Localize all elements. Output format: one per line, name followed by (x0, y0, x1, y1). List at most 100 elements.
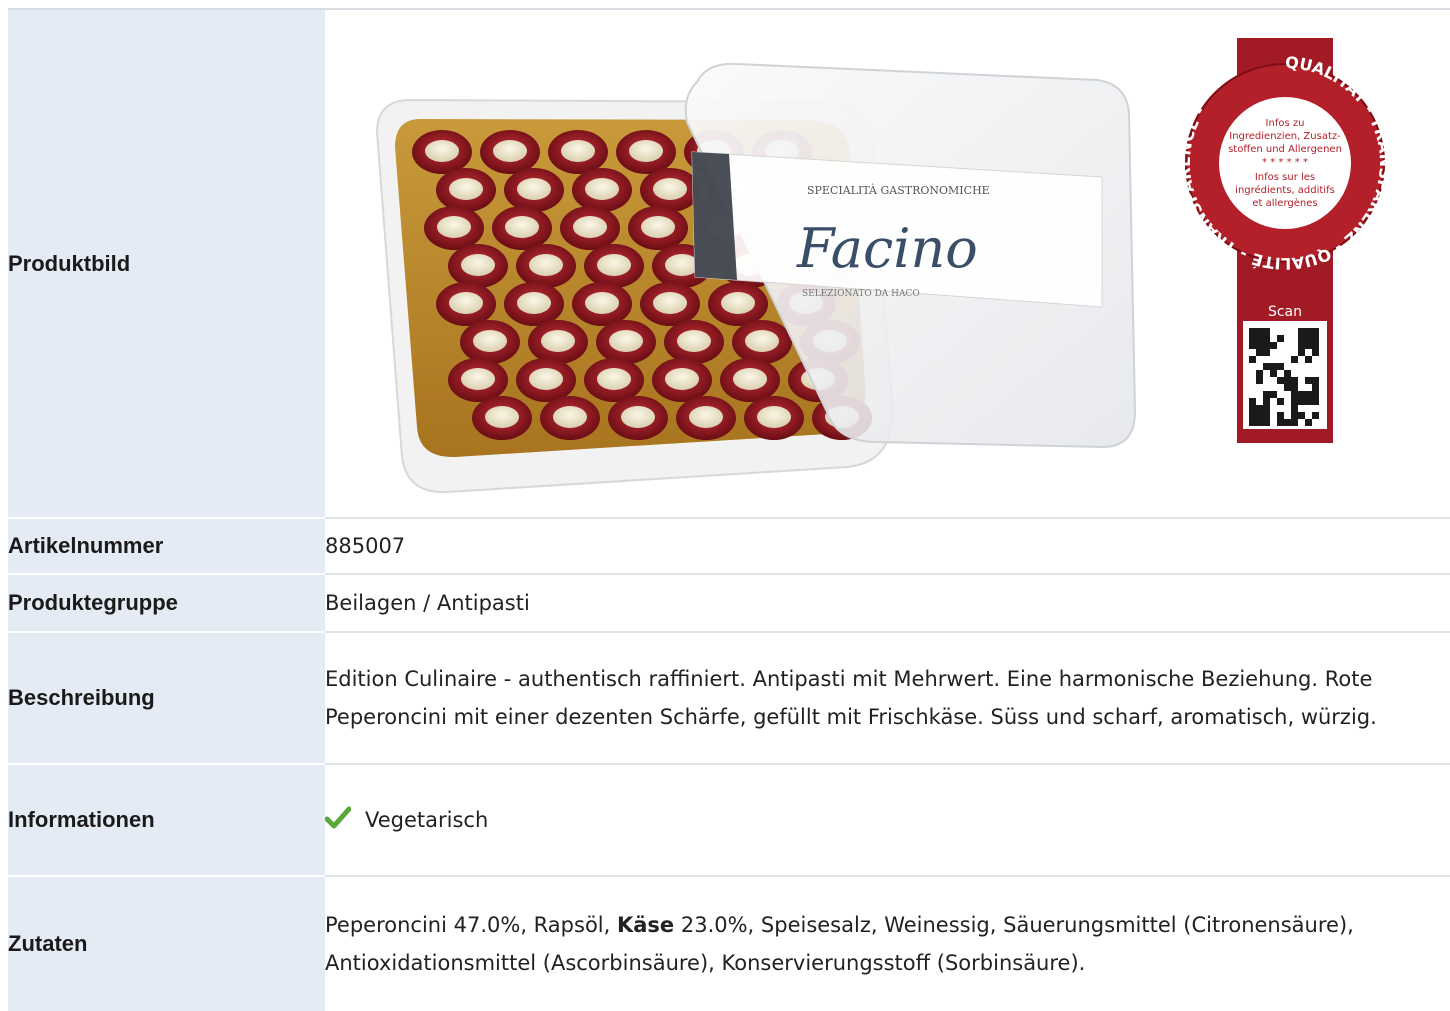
qr-module (1256, 335, 1263, 342)
qr-module (1263, 328, 1270, 335)
row-information: Informationen Vegetarisch (8, 764, 1450, 877)
qr-module (1277, 398, 1284, 405)
label-product-image: Produktbild (8, 10, 325, 519)
badge-vegetarian: Vegetarisch (365, 808, 489, 832)
qr-module (1284, 384, 1291, 391)
qr-module (1256, 412, 1263, 419)
qr-module (1277, 419, 1284, 426)
cheese-filling-shape (745, 330, 779, 352)
cheese-filling-shape (609, 330, 643, 352)
cheese-filling-shape (517, 178, 551, 200)
qr-module (1305, 335, 1312, 342)
cheese-filling-shape (653, 178, 687, 200)
cheese-filling-shape (553, 406, 587, 428)
qr-module (1263, 405, 1270, 412)
seal-scan-label: Scan (1268, 304, 1302, 320)
cheese-filling-shape (653, 292, 687, 314)
cheese-filling-shape (449, 178, 483, 200)
quality-seal: QUALITÄT - TRANSPARENZ - QUALITÉ - TRANS… (1175, 38, 1395, 443)
qr-module (1305, 328, 1312, 335)
seal-info-fr-1: Infos sur les (1255, 172, 1315, 183)
qr-module (1256, 377, 1263, 384)
qr-module (1249, 419, 1256, 426)
label-ingredients: Zutaten (8, 876, 325, 1011)
qr-module (1270, 370, 1277, 377)
seal-info-de-3: stoffen und Allergenen (1228, 144, 1342, 155)
cheese-filling-shape (529, 254, 563, 276)
qr-module (1298, 412, 1305, 419)
checkmark-icon (324, 805, 352, 831)
qr-module (1291, 419, 1298, 426)
qr-module (1305, 377, 1312, 384)
qr-module (1298, 349, 1305, 356)
qr-module (1270, 363, 1277, 370)
qr-module (1312, 335, 1319, 342)
cheese-filling-shape (585, 292, 619, 314)
qr-module (1249, 398, 1256, 405)
qr-module (1249, 356, 1256, 363)
cheese-filling-shape (437, 216, 471, 238)
qr-module (1256, 328, 1263, 335)
qr-module (1263, 419, 1270, 426)
qr-module (1291, 391, 1298, 398)
qr-module (1263, 391, 1270, 398)
cheese-filling-shape (473, 330, 507, 352)
qr-module (1256, 405, 1263, 412)
qr-module (1270, 391, 1277, 398)
label-information: Informationen (8, 764, 325, 877)
cheese-filling-shape (449, 292, 483, 314)
cheese-filling-shape (573, 216, 607, 238)
qr-module (1305, 419, 1312, 426)
seal-info-de-2: Ingredienzien, Zusatz- (1229, 131, 1341, 142)
value-article-number: 885007 (325, 518, 1450, 575)
qr-module (1249, 412, 1256, 419)
row-description: Beschreibung Edition Culinaire - authent… (8, 632, 1450, 765)
row-article-number: Artikelnummer 885007 (8, 518, 1450, 575)
qr-module (1284, 370, 1291, 377)
seal-info-fr-2: ingrédients, additifs (1235, 184, 1335, 196)
cheese-filling-shape (665, 254, 699, 276)
seal-info-fr-3: et allergènes (1252, 197, 1317, 209)
cheese-filling-shape (493, 140, 527, 162)
brand-top-text: SPECIALITÀ GASTRONOMICHE (807, 183, 990, 197)
cheese-filling-shape (597, 368, 631, 390)
cheese-filling-shape (505, 216, 539, 238)
value-information: Vegetarisch (324, 764, 1450, 877)
qr-module (1291, 377, 1298, 384)
qr-module (1291, 398, 1298, 405)
qr-module (1298, 328, 1305, 335)
qr-module (1263, 349, 1270, 356)
qr-module (1270, 342, 1277, 349)
cheese-filling-shape (621, 406, 655, 428)
qr-module (1277, 377, 1284, 384)
qr-module (1291, 405, 1298, 412)
value-description: Edition Culinaire - authentisch raffinie… (325, 632, 1450, 765)
cheese-filling-shape (721, 292, 755, 314)
qr-module (1277, 412, 1284, 419)
row-product-image: Produktbild SPECIALITÀ GASTRONOMICHE Fac… (8, 10, 1450, 519)
row-product-group: Produktegruppe Beilagen / Antipasti (8, 574, 1450, 633)
qr-module (1263, 363, 1270, 370)
cheese-filling-shape (485, 406, 519, 428)
qr-module (1263, 398, 1270, 405)
cheese-filling-shape (677, 330, 711, 352)
qr-module (1312, 391, 1319, 398)
qr-module (1312, 328, 1319, 335)
row-ingredients: Zutaten Peperoncini 47.0%, Rapsöl, Käse … (8, 876, 1450, 1011)
cheese-filling-shape (689, 406, 723, 428)
value-product-group: Beilagen / Antipasti (325, 574, 1450, 633)
qr-module (1298, 398, 1305, 405)
qr-module (1249, 342, 1256, 349)
cheese-filling-shape (541, 330, 575, 352)
qr-module (1256, 349, 1263, 356)
label-description: Beschreibung (8, 632, 325, 765)
ingredients-allergen: Käse (616, 913, 675, 937)
value-ingredients: Peperoncini 47.0%, Rapsöl, Käse 23.0%, S… (325, 876, 1450, 1011)
cheese-filling-shape (757, 406, 791, 428)
qr-module (1312, 384, 1319, 391)
qr-module (1263, 342, 1270, 349)
cheese-filling-shape (641, 216, 675, 238)
qr-module (1305, 391, 1312, 398)
cheese-filling-shape (733, 368, 767, 390)
qr-module (1312, 377, 1319, 384)
